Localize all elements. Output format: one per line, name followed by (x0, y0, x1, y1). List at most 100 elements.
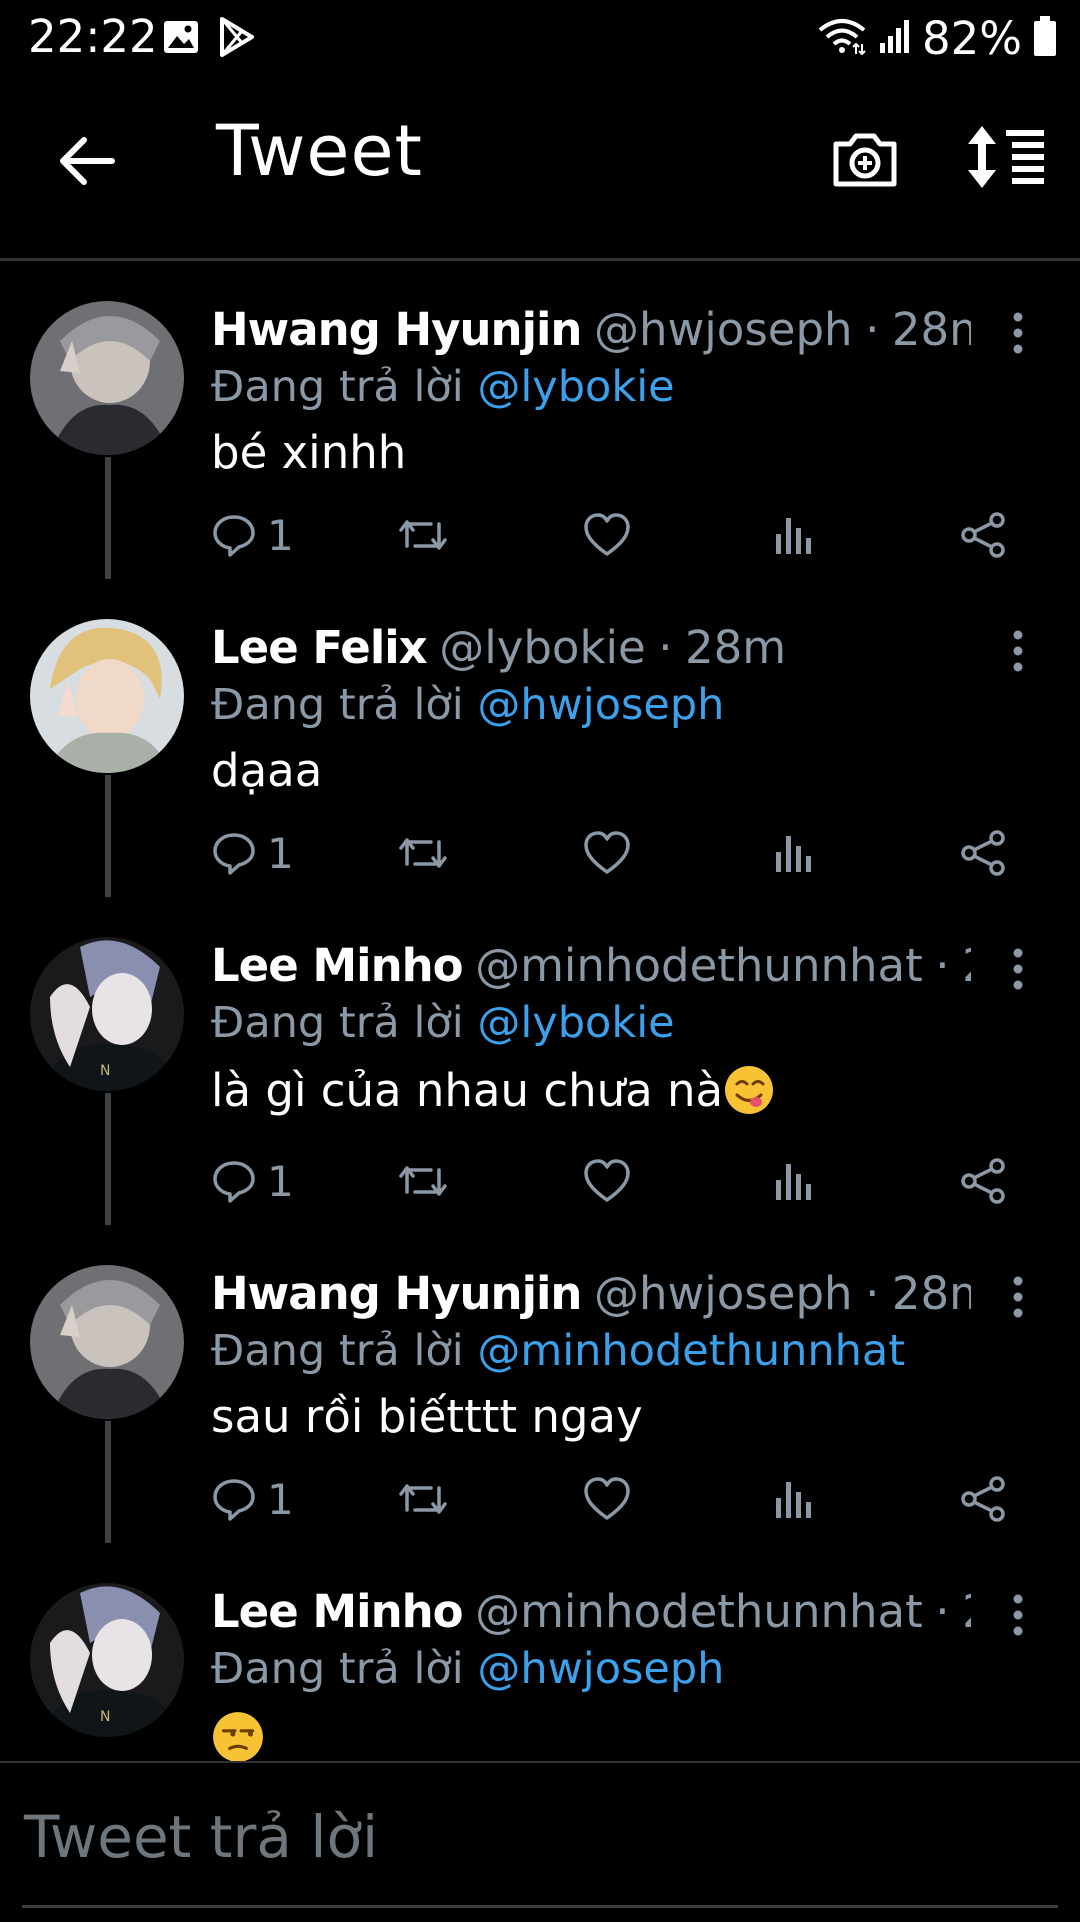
analytics-icon (776, 1164, 811, 1200)
more-options-button[interactable] (1000, 1273, 1036, 1321)
reply-input[interactable]: Tweet trả lời (24, 1803, 378, 1871)
tweet-actions: 1 (211, 1471, 1011, 1527)
share-button[interactable] (959, 507, 1007, 563)
reply-count: 1 (267, 1474, 294, 1524)
tweet[interactable]: Hwang Hyunjin @hwjoseph · 28m Đang trả l… (0, 261, 1080, 579)
user-handle[interactable]: @hwjoseph (594, 303, 853, 356)
timestamp: 28m (891, 1267, 971, 1320)
replying-to-link[interactable]: @minhodethunnhat (477, 1326, 905, 1376)
like-icon (584, 1477, 630, 1520)
retweet-icon (399, 520, 447, 550)
reply-count: 1 (267, 510, 294, 560)
tweet[interactable]: N Lee Minho @minhodethunnhat · 2... Đang… (0, 1543, 1080, 1761)
tweet-header: Hwang Hyunjin @hwjoseph · 28m (211, 1265, 971, 1323)
avatar[interactable] (30, 301, 184, 455)
share-button[interactable] (959, 1153, 1007, 1209)
like-button[interactable] (583, 825, 631, 881)
user-handle[interactable]: @minhodethunnhat (475, 1585, 923, 1638)
separator: · (935, 939, 950, 992)
avatar[interactable] (30, 1265, 184, 1419)
tweet-text-row: là gì của nhau chưa nà (211, 1061, 775, 1121)
reply-icon (213, 515, 255, 557)
separator: · (865, 1267, 880, 1320)
share-icon (961, 1476, 1005, 1522)
more-options-button[interactable] (1000, 309, 1036, 357)
more-options-button[interactable] (1000, 1591, 1036, 1639)
display-name[interactable]: Lee Minho (211, 939, 464, 992)
reply-composer: Tweet trả lời (0, 1761, 1080, 1922)
tweet-actions: 1 (211, 1153, 1011, 1209)
replying-to-link[interactable]: @hwjoseph (477, 1644, 724, 1694)
avatar[interactable]: N (30, 1583, 184, 1737)
battery-icon (1032, 15, 1058, 62)
tweet-text: dạaa (211, 744, 323, 797)
reply-button[interactable]: 1 (211, 825, 294, 881)
replying-to-label: Đang trả lời (211, 1644, 464, 1694)
retweet-button[interactable] (397, 507, 449, 563)
retweet-button[interactable] (397, 1471, 449, 1527)
tweet[interactable]: Lee Felix @lybokie · 28m Đang trả lời @h… (0, 579, 1080, 897)
play-store-icon (218, 16, 256, 63)
like-button[interactable] (583, 1153, 631, 1209)
analytics-button[interactable] (773, 1471, 813, 1527)
avatar[interactable] (30, 619, 184, 773)
retweet-button[interactable] (397, 1153, 449, 1209)
like-icon (584, 1159, 630, 1202)
replying-to-link[interactable]: @hwjoseph (477, 680, 724, 730)
share-button[interactable] (959, 825, 1007, 881)
display-name[interactable]: Lee Minho (211, 1585, 464, 1638)
sort-button[interactable] (968, 122, 1048, 192)
back-button[interactable] (52, 126, 122, 196)
retweet-icon (399, 1484, 447, 1514)
thread-connector (105, 775, 111, 897)
timestamp: 28m (685, 621, 787, 674)
unamused-face-emoji (213, 1712, 263, 1761)
analytics-button[interactable] (773, 1153, 813, 1209)
tweet-header: Lee Felix @lybokie · 28m (211, 619, 971, 677)
share-icon (961, 512, 1005, 558)
reply-button[interactable]: 1 (211, 1471, 294, 1527)
separator: · (935, 1585, 950, 1638)
replying-to: Đang trả lời @lybokie (211, 359, 675, 415)
share-button[interactable] (959, 1471, 1007, 1527)
user-handle[interactable]: @lybokie (439, 621, 645, 674)
input-underline (22, 1905, 1058, 1908)
avatar[interactable]: N (30, 937, 184, 1091)
image-icon (162, 18, 200, 61)
tweet[interactable]: Hwang Hyunjin @hwjoseph · 28m Đang trả l… (0, 1225, 1080, 1543)
retweet-button[interactable] (397, 825, 449, 881)
user-handle[interactable]: @hwjoseph (594, 1267, 853, 1320)
replying-to: Đang trả lời @lybokie (211, 995, 675, 1051)
tweet-actions: 1 (211, 507, 1011, 563)
like-icon (584, 513, 630, 556)
tweet[interactable]: N Lee Minho @minhodethunnhat · 2... Đang… (0, 897, 1080, 1225)
timestamp: 2... (962, 939, 971, 992)
reply-icon (213, 833, 255, 875)
display-name[interactable]: Lee Felix (211, 621, 428, 674)
replying-to: Đang trả lời @minhodethunnhat (211, 1323, 905, 1379)
replying-to-label: Đang trả lời (211, 362, 464, 412)
status-time: 22:22 (28, 10, 158, 63)
more-options-button[interactable] (1000, 945, 1036, 993)
reply-button[interactable]: 1 (211, 507, 294, 563)
analytics-icon (776, 836, 811, 872)
thread-connector (105, 457, 111, 579)
arrow-left-icon (60, 137, 115, 185)
like-button[interactable] (583, 507, 631, 563)
retweet-icon (399, 1166, 447, 1196)
camera-button[interactable] (830, 124, 900, 194)
display-name[interactable]: Hwang Hyunjin (211, 303, 582, 356)
more-options-button[interactable] (1000, 627, 1036, 675)
user-handle[interactable]: @minhodethunnhat (475, 939, 923, 992)
replying-to-link[interactable]: @lybokie (477, 362, 674, 412)
display-name[interactable]: Hwang Hyunjin (211, 1267, 582, 1320)
replying-to-link[interactable]: @lybokie (477, 998, 674, 1048)
analytics-button[interactable] (773, 825, 813, 881)
more-vertical-icon (1013, 1594, 1023, 1636)
analytics-button[interactable] (773, 507, 813, 563)
like-button[interactable] (583, 1471, 631, 1527)
replying-to-label: Đang trả lời (211, 998, 464, 1048)
page-title: Tweet (216, 110, 424, 192)
reply-icon (213, 1479, 255, 1521)
reply-button[interactable]: 1 (211, 1153, 294, 1209)
